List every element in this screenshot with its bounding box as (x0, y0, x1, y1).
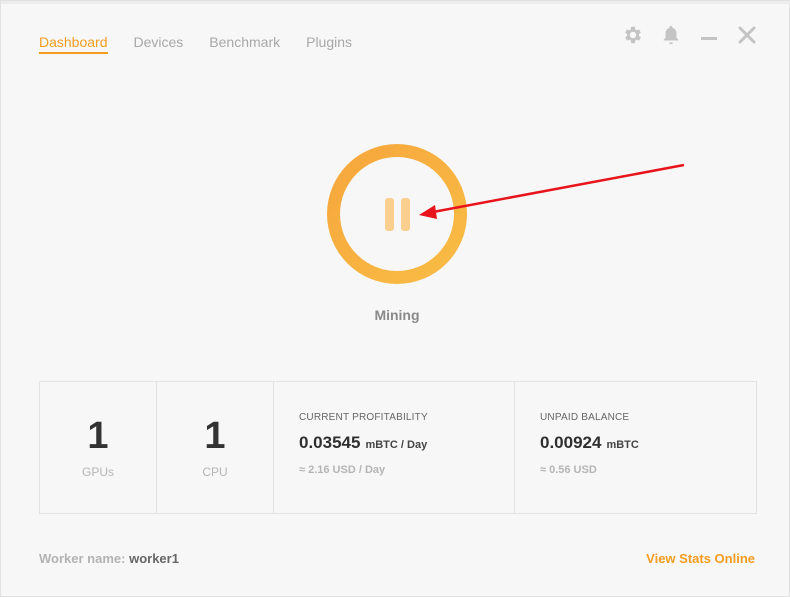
worker-name: Worker name: worker1 (39, 551, 179, 566)
main-nav: Dashboard Devices Benchmark Plugins (39, 34, 352, 54)
balance-value: 0.00924 (540, 433, 602, 452)
tab-benchmark[interactable]: Benchmark (209, 34, 280, 54)
cpu-count: 1 (204, 414, 226, 457)
gear-icon[interactable] (621, 23, 645, 47)
profitability-title: CURRENT PROFITABILITY (299, 412, 428, 423)
bell-icon[interactable] (659, 23, 683, 47)
view-stats-online-link[interactable]: View Stats Online (646, 551, 755, 566)
stats-panel: 1 GPUs 1 CPU CURRENT PROFITABILITY 0.035… (39, 381, 757, 514)
cpu-count-cell: 1 CPU (157, 382, 274, 513)
balance-title: UNPAID BALANCE (540, 412, 630, 423)
mining-toggle-button[interactable] (327, 144, 467, 284)
gpu-count-label: GPUs (81, 464, 114, 479)
profitability-value: 0.03545 (299, 433, 361, 452)
pause-bar-right (400, 197, 410, 231)
minimize-icon[interactable] (697, 23, 721, 47)
pause-bar-left (384, 197, 394, 231)
tab-plugins[interactable]: Plugins (306, 34, 352, 54)
profitability-cell: CURRENT PROFITABILITY 0.03545 mBTC / Day… (274, 382, 515, 513)
tab-devices[interactable]: Devices (134, 34, 184, 54)
balance-fiat: ≈ 0.56 USD (540, 464, 597, 476)
top-border (1, 1, 790, 4)
gpu-count: 1 (87, 414, 109, 457)
balance-cell: UNPAID BALANCE 0.00924 mBTC ≈ 0.56 USD (515, 382, 756, 513)
window-controls (621, 23, 759, 47)
worker-name-value: worker1 (129, 551, 179, 566)
balance-unit: mBTC (606, 439, 639, 451)
tab-dashboard[interactable]: Dashboard (39, 34, 108, 54)
app-window: Dashboard Devices Benchmark Plugins Mini… (0, 0, 790, 597)
mining-status-label: Mining (374, 307, 420, 323)
close-icon[interactable] (735, 23, 759, 47)
profitability-fiat: ≈ 2.16 USD / Day (299, 464, 386, 476)
gpu-count-cell: 1 GPUs (40, 382, 157, 513)
profitability-unit: mBTC / Day (365, 439, 428, 451)
worker-name-label: Worker name: (39, 551, 126, 566)
cpu-count-label: CPU (202, 464, 228, 479)
pause-icon (340, 157, 454, 271)
